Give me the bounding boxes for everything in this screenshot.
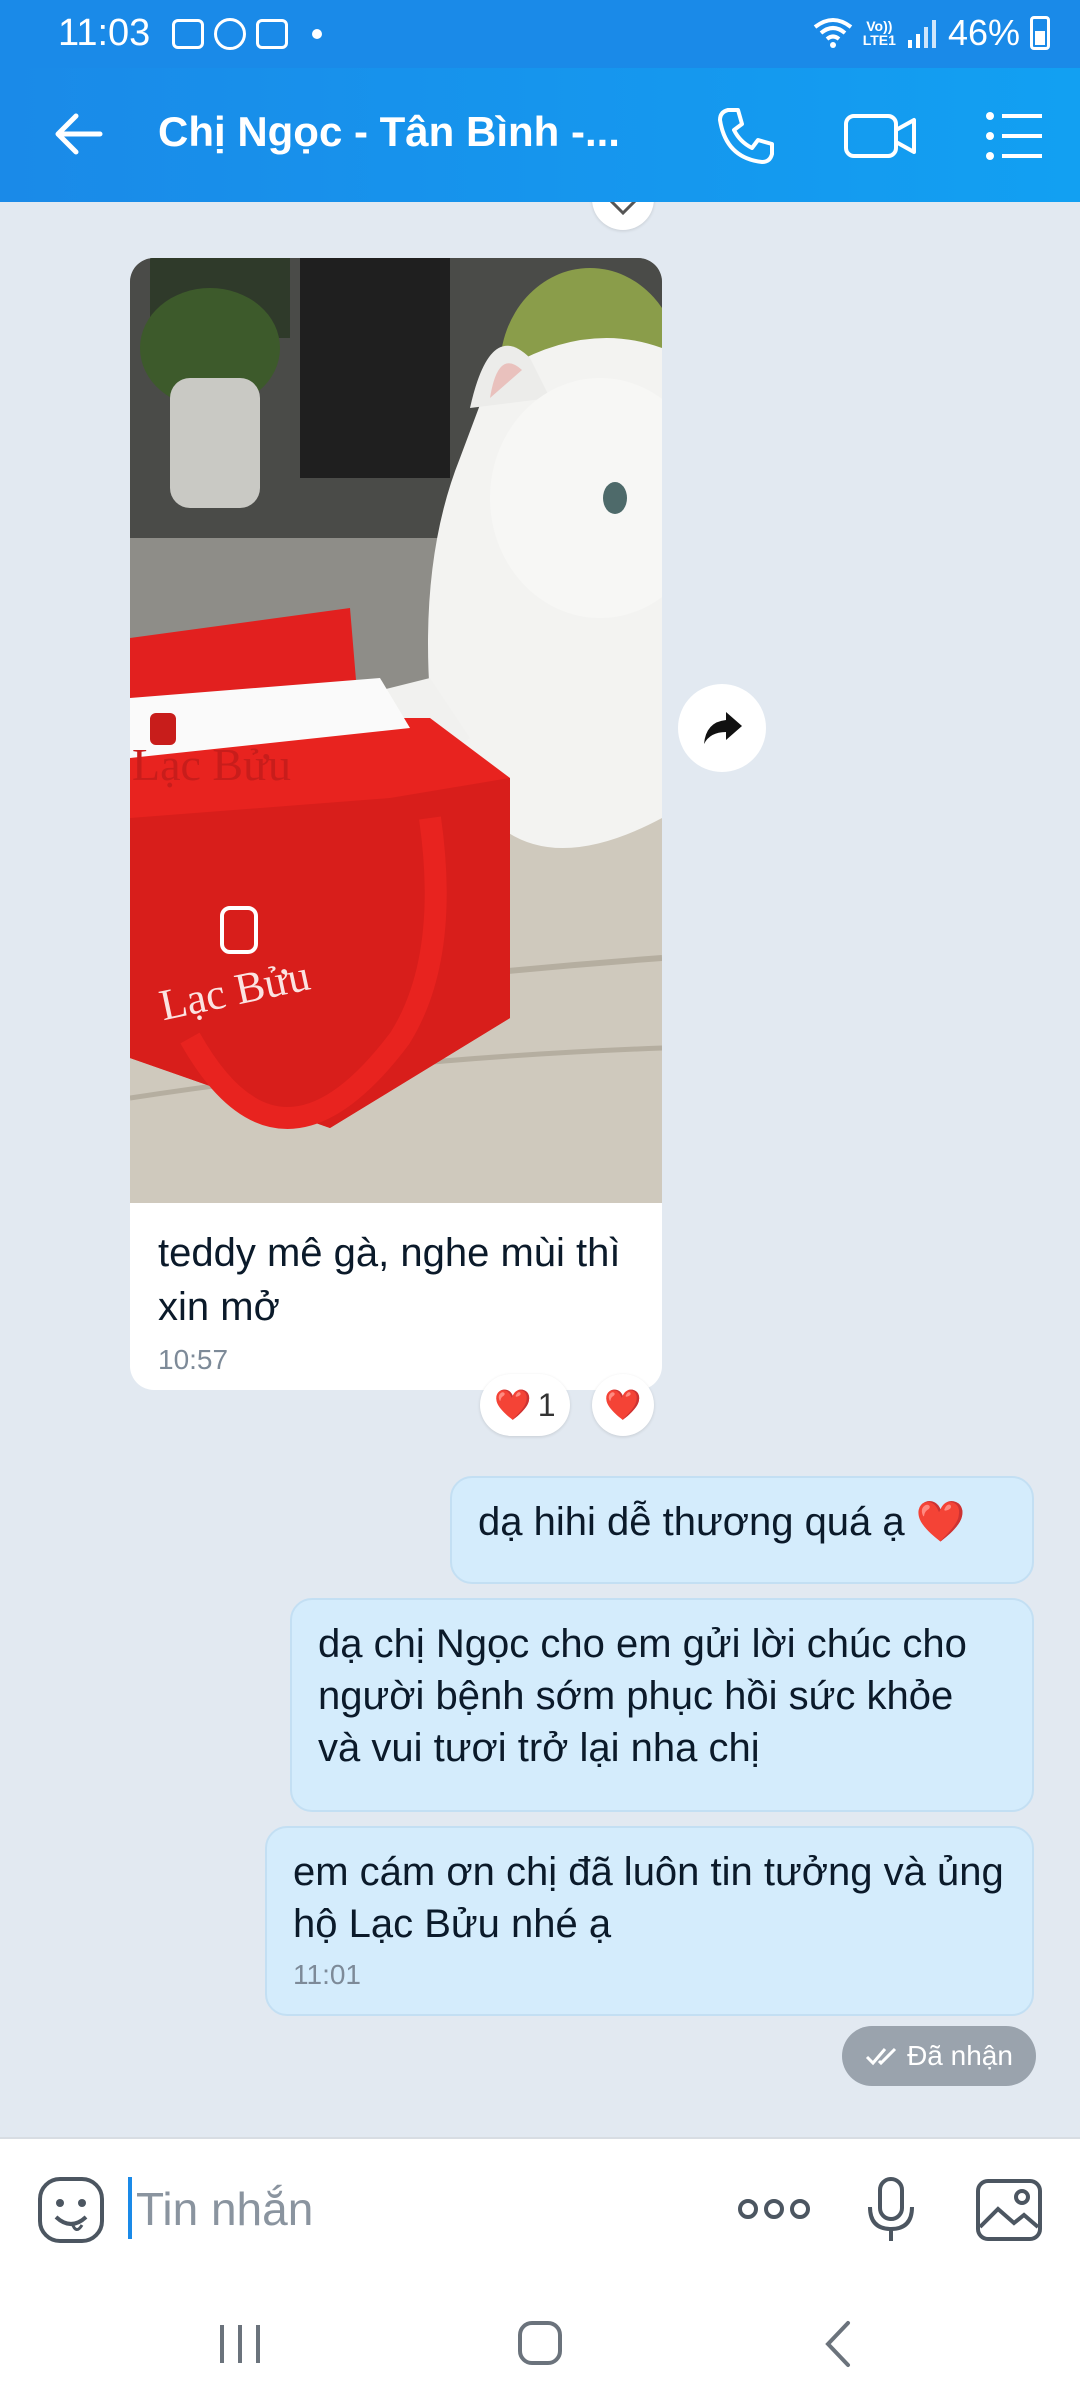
forward-button[interactable] bbox=[678, 684, 766, 772]
recent-apps-button[interactable] bbox=[200, 2309, 280, 2379]
sticker-button[interactable] bbox=[36, 2175, 106, 2245]
signal-icon bbox=[907, 20, 936, 48]
sticker-icon bbox=[38, 2177, 104, 2243]
microphone-icon bbox=[868, 2177, 914, 2241]
react-heart-button[interactable]: ❤️ bbox=[592, 1374, 654, 1436]
forward-arrow-icon bbox=[704, 712, 742, 744]
heart-outline-icon bbox=[609, 202, 637, 215]
cat-with-red-bag-photo[interactable]: Lạc Bửu Lạc Bửu bbox=[130, 258, 662, 1203]
incoming-photo-message[interactable]: Lạc Bửu Lạc Bửu teddy mê gà, nghe mùi th… bbox=[130, 258, 662, 1390]
message-list[interactable]: Lạc Bửu Lạc Bửu teddy mê gà, nghe mùi th… bbox=[0, 202, 1080, 2137]
heart-icon: ❤️ bbox=[604, 1387, 642, 1423]
chat-title[interactable]: Chị Ngọc - Tân Bình -... bbox=[158, 108, 620, 156]
wifi-icon bbox=[813, 18, 852, 48]
reaction-button-previous[interactable] bbox=[592, 202, 654, 230]
recent-apps-icon bbox=[220, 2325, 260, 2363]
outgoing-message[interactable]: em cám ơn chị đã luôn tin tưởng và ủng h… bbox=[265, 1826, 1034, 2016]
brand-text-box: Lạc Bửu bbox=[132, 739, 291, 790]
heart-icon: ❤️ bbox=[494, 1387, 532, 1423]
video-call-icon bbox=[844, 114, 916, 158]
chat-header: Chị Ngọc - Tân Bình -... bbox=[0, 68, 1080, 202]
video-call-button[interactable] bbox=[842, 102, 918, 170]
battery-icon bbox=[1030, 16, 1050, 50]
phone-icon bbox=[718, 108, 774, 164]
message-input-bar bbox=[0, 2137, 1080, 2277]
message-text: em cám ơn chị đã luôn tin tưởng và ủng h… bbox=[293, 1850, 1004, 1946]
volte-label: Vo)) bbox=[866, 18, 893, 34]
delivery-status-text: Đã nhận bbox=[907, 2040, 1013, 2071]
image-icon bbox=[976, 2179, 1042, 2241]
back-arrow-icon bbox=[55, 113, 103, 155]
message-input[interactable] bbox=[130, 2177, 690, 2241]
message-text: dạ chị Ngọc cho em gửi lời chúc cho ngườ… bbox=[318, 1622, 967, 1770]
status-bar: 11:03 Vo)) LTE1 46% bbox=[0, 0, 1080, 68]
status-time: 11:03 bbox=[58, 12, 151, 54]
delivery-status-badge: Đã nhận bbox=[842, 2026, 1036, 2086]
outgoing-message[interactable]: dạ chị Ngọc cho em gửi lời chúc cho ngườ… bbox=[290, 1598, 1034, 1812]
message-caption: teddy mê gà, nghe mùi thì xin mở bbox=[158, 1231, 621, 1329]
system-nav-bar bbox=[0, 2277, 1080, 2408]
notification-icons bbox=[172, 18, 322, 50]
menu-button[interactable] bbox=[980, 102, 1048, 170]
more-options-button[interactable] bbox=[734, 2175, 814, 2245]
image-picker-button[interactable] bbox=[974, 2175, 1044, 2245]
app-notification-icon bbox=[214, 18, 246, 50]
reaction-count: 1 bbox=[537, 1386, 556, 1423]
message-text: dạ hihi dễ thương quá ạ ❤️ bbox=[478, 1500, 966, 1544]
list-menu-icon bbox=[986, 112, 1042, 160]
voicemail-notification-icon bbox=[256, 19, 288, 49]
call-button[interactable] bbox=[712, 102, 780, 170]
network-type: Vo)) LTE1 bbox=[863, 19, 896, 47]
battery-percent: 46% bbox=[947, 12, 1020, 53]
gallery-notification-icon bbox=[172, 19, 204, 49]
voice-record-button[interactable] bbox=[856, 2175, 926, 2245]
system-back-button[interactable] bbox=[800, 2309, 880, 2379]
outgoing-message[interactable]: dạ hihi dễ thương quá ạ ❤️ bbox=[450, 1476, 1034, 1584]
message-time: 11:01 bbox=[293, 1959, 361, 1990]
message-time: 10:57 bbox=[158, 1344, 229, 1375]
chevron-left-icon bbox=[825, 2321, 850, 2367]
double-check-icon bbox=[866, 2047, 897, 2066]
more-dots-icon bbox=[738, 2199, 810, 2219]
lte-label: LTE1 bbox=[862, 32, 896, 48]
reaction-summary[interactable]: ❤️ 1 bbox=[480, 1374, 570, 1436]
home-icon bbox=[518, 2321, 562, 2365]
more-notifications-icon bbox=[312, 29, 322, 39]
back-button[interactable] bbox=[48, 102, 112, 166]
home-button[interactable] bbox=[500, 2309, 580, 2379]
status-right: Vo)) LTE1 46% bbox=[813, 12, 1050, 54]
